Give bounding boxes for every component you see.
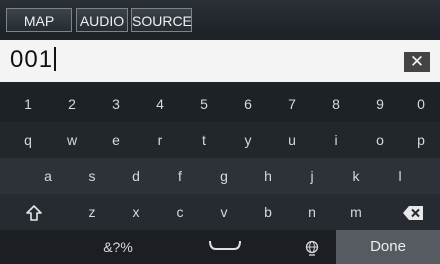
globe-icon [304, 240, 320, 256]
key-h[interactable]: h [246, 158, 290, 194]
shift-button[interactable] [8, 194, 60, 230]
key-s[interactable]: s [70, 158, 114, 194]
key-x[interactable]: x [114, 194, 158, 230]
key-v[interactable]: v [202, 194, 246, 230]
key-j[interactable]: j [290, 158, 334, 194]
clear-button[interactable]: ✕ [404, 52, 430, 72]
tab-source[interactable]: SOURCE [131, 8, 192, 32]
key-9[interactable]: 9 [358, 86, 402, 122]
key-p[interactable]: p [402, 122, 440, 158]
input-text-container: 001 [10, 45, 57, 75]
done-button[interactable]: Done [336, 230, 440, 264]
key-n[interactable]: n [290, 194, 334, 230]
globe-button[interactable] [290, 230, 334, 264]
key-2[interactable]: 2 [50, 86, 94, 122]
search-input[interactable]: 001 [0, 40, 440, 82]
key-b[interactable]: b [246, 194, 290, 230]
tab-audio[interactable]: AUDIO [76, 8, 128, 32]
key-m[interactable]: m [334, 194, 378, 230]
key-6[interactable]: 6 [226, 86, 270, 122]
key-q[interactable]: q [6, 122, 50, 158]
key-u[interactable]: u [270, 122, 314, 158]
key-5[interactable]: 5 [182, 86, 226, 122]
keyboard-row-asdf: a s d f g h j k l [0, 158, 440, 194]
key-e[interactable]: e [94, 122, 138, 158]
input-value: 001 [10, 46, 54, 73]
key-8[interactable]: 8 [314, 86, 358, 122]
key-a[interactable]: a [26, 158, 70, 194]
keyboard-row-qwerty: q w e r t y u i o p [0, 122, 440, 158]
key-f[interactable]: f [158, 158, 202, 194]
key-o[interactable]: o [358, 122, 402, 158]
backspace-button[interactable] [386, 194, 440, 230]
key-d[interactable]: d [114, 158, 158, 194]
key-1[interactable]: 1 [6, 86, 50, 122]
key-y[interactable]: y [226, 122, 270, 158]
key-t[interactable]: t [182, 122, 226, 158]
key-4[interactable]: 4 [138, 86, 182, 122]
clear-icon: ✕ [409, 52, 425, 71]
tab-map[interactable]: MAP [6, 8, 72, 32]
keyboard-row-zxcv: z x c v b n m [0, 194, 440, 230]
key-3[interactable]: 3 [94, 86, 138, 122]
text-cursor [54, 47, 57, 71]
shift-icon [25, 204, 43, 222]
key-g[interactable]: g [202, 158, 246, 194]
space-icon [208, 238, 242, 252]
top-tab-bar: MAP AUDIO SOURCE [0, 0, 440, 36]
key-z[interactable]: z [70, 194, 114, 230]
keyboard-row-numbers: 1 2 3 4 5 6 7 8 9 0 [0, 86, 440, 122]
key-k[interactable]: k [334, 158, 378, 194]
key-i[interactable]: i [314, 122, 358, 158]
key-r[interactable]: r [138, 122, 182, 158]
symbols-button[interactable]: &?% [80, 230, 156, 264]
backspace-icon [402, 205, 424, 221]
key-w[interactable]: w [50, 122, 94, 158]
key-7[interactable]: 7 [270, 86, 314, 122]
key-0[interactable]: 0 [402, 86, 440, 122]
key-l[interactable]: l [378, 158, 422, 194]
key-c[interactable]: c [158, 194, 202, 230]
